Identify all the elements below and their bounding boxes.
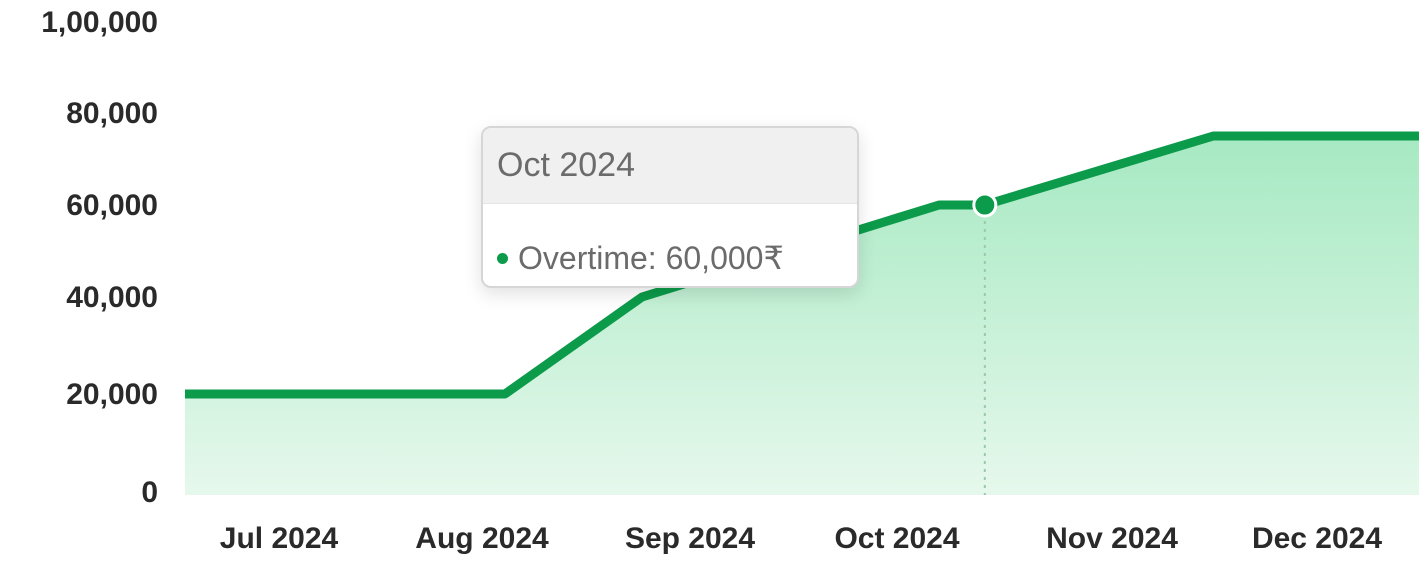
x-tick-label: Aug 2024: [415, 522, 549, 555]
y-axis: 0 20,000 40,000 60,000 80,000 1,00,000: [41, 6, 158, 509]
y-tick-label: 80,000: [66, 97, 158, 130]
x-tick-label: Nov 2024: [1046, 522, 1178, 555]
x-tick-label: Oct 2024: [834, 522, 959, 555]
tooltip-title: Oct 2024: [483, 128, 857, 204]
x-tick-label: Dec 2024: [1252, 522, 1382, 555]
series-dot-icon: [497, 252, 508, 264]
chart-tooltip: Oct 2024 Overtime: 60,000₹: [481, 126, 859, 288]
x-axis: Jul 2024 Aug 2024 Sep 2024 Oct 2024 Nov 2024…: [220, 522, 1383, 555]
y-tick-label: 20,000: [66, 378, 158, 411]
data-point-marker[interactable]: [972, 192, 998, 218]
x-tick-label: Sep 2024: [625, 522, 755, 555]
tooltip-value: Overtime: 60,000₹: [518, 240, 784, 276]
tooltip-row: Overtime: 60,000₹: [483, 204, 857, 286]
x-tick-label: Jul 2024: [220, 522, 339, 555]
y-tick-label: 0: [141, 476, 158, 509]
chart-container: 0 20,000 40,000 60,000 80,000 1,00,000 Jul 20…: [0, 0, 1419, 564]
y-tick-label: 60,000: [66, 189, 158, 222]
y-tick-label: 40,000: [66, 281, 158, 314]
y-tick-label: 1,00,000: [41, 6, 158, 39]
